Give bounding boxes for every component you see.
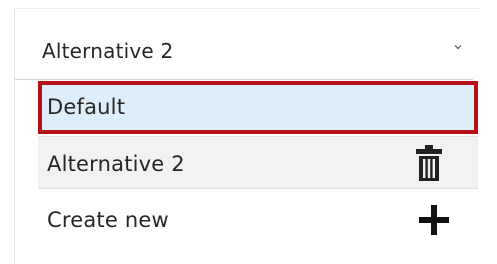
option-label: Alternative 2 (47, 152, 185, 176)
selected-value: Alternative 2 (42, 39, 174, 63)
option-alternative-2[interactable]: Alternative 2 (38, 136, 478, 189)
option-label: Default (47, 95, 126, 119)
option-label: Create new (47, 208, 169, 232)
layout-dropdown: Alternative 2 Default Alternative 2 Crea… (14, 8, 481, 264)
trash-icon[interactable] (416, 145, 442, 181)
option-default[interactable]: Default (38, 81, 478, 134)
plus-icon[interactable] (419, 205, 449, 235)
option-create-new[interactable]: Create new (38, 193, 478, 246)
dropdown-select[interactable]: Alternative 2 (15, 9, 473, 80)
chevron-down-icon[interactable] (454, 43, 462, 51)
